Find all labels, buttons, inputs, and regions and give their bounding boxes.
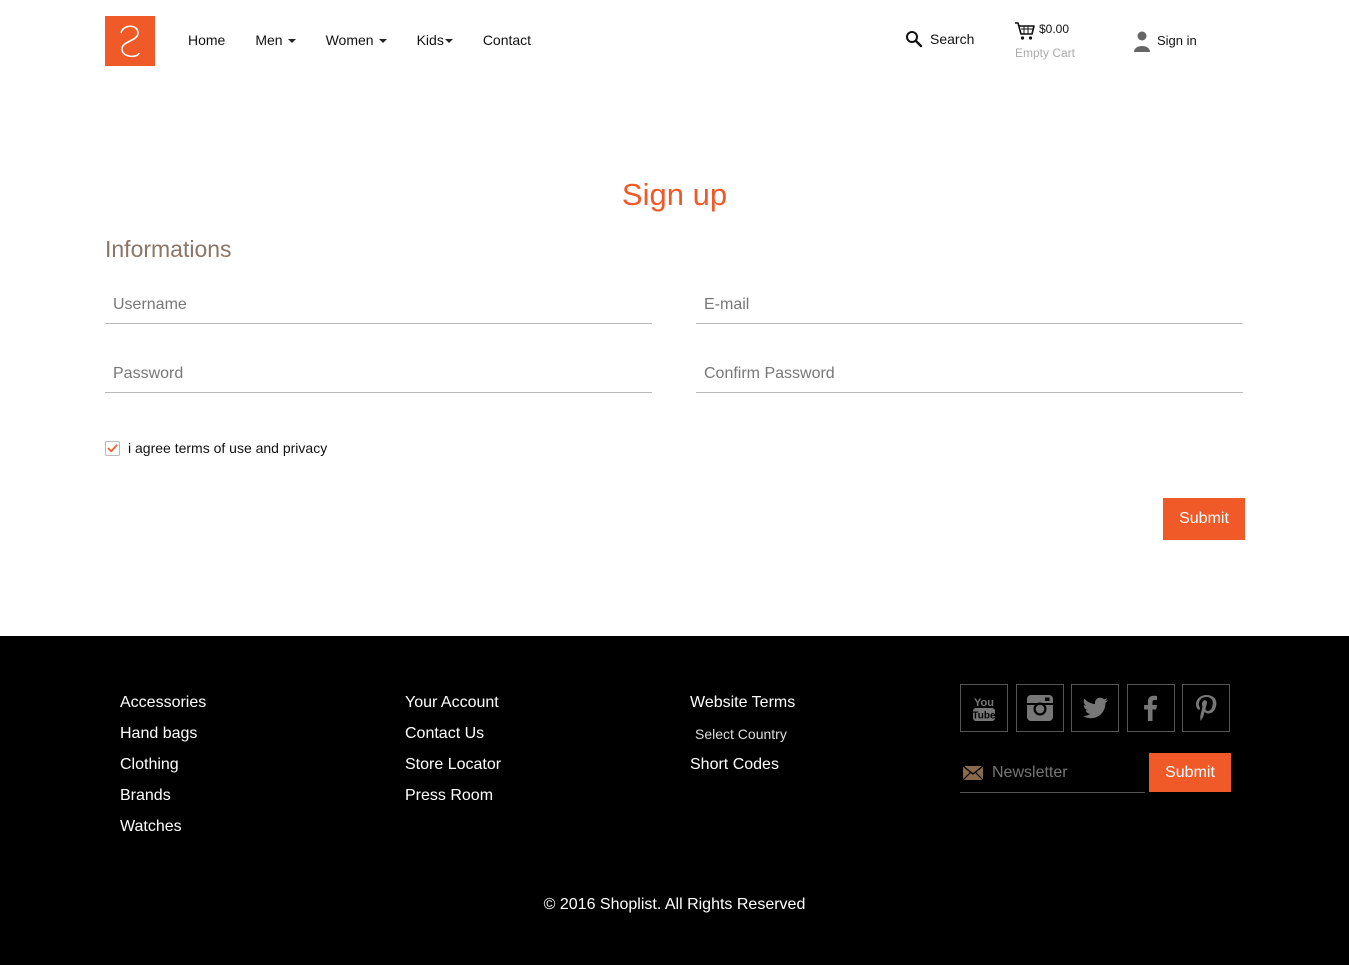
submit-button[interactable]: Submit xyxy=(1163,498,1245,540)
envelope-icon xyxy=(962,764,984,780)
svg-text:You: You xyxy=(974,697,994,709)
footer-link-brands[interactable]: Brands xyxy=(120,786,206,817)
nav-home[interactable]: Home xyxy=(188,32,225,48)
svg-text:Tube: Tube xyxy=(972,711,996,722)
twitter-icon xyxy=(1082,697,1108,719)
footer-column-shop: Accessories Hand bags Clothing Brands Wa… xyxy=(120,693,206,848)
instagram-link[interactable] xyxy=(1015,684,1064,732)
caret-down-icon xyxy=(378,39,387,43)
caret-down-icon xyxy=(444,39,453,43)
cart-status: Empty Cart xyxy=(1015,46,1076,60)
confirm-password-input[interactable] xyxy=(696,355,1243,392)
pinterest-icon xyxy=(1196,695,1217,721)
nav-kids[interactable]: Kids xyxy=(417,32,453,48)
newsletter-field xyxy=(960,753,1145,793)
youtube-link[interactable]: You Tube xyxy=(960,684,1008,732)
caret-down-icon xyxy=(287,39,296,43)
footer-link-short-codes[interactable]: Short Codes xyxy=(690,755,795,786)
footer-link-store-locator[interactable]: Store Locator xyxy=(405,755,501,786)
footer-link-hand-bags[interactable]: Hand bags xyxy=(120,724,206,755)
password-field xyxy=(105,355,652,393)
footer-column-account: Your Account Contact Us Store Locator Pr… xyxy=(405,693,501,817)
terms-label: i agree terms of use and privacy xyxy=(128,440,328,456)
newsletter-submit-button[interactable]: Submit xyxy=(1149,753,1231,792)
section-title: Informations xyxy=(105,236,232,262)
site-footer: Accessories Hand bags Clothing Brands Wa… xyxy=(0,636,1349,965)
pinterest-link[interactable] xyxy=(1182,684,1230,732)
main-nav: Home Men Women Kids Contact xyxy=(188,32,561,48)
country-select[interactable]: Select Country xyxy=(690,724,795,755)
nav-home-label: Home xyxy=(188,32,226,48)
username-field xyxy=(105,286,652,324)
facebook-icon xyxy=(1143,695,1157,721)
newsletter-input[interactable] xyxy=(992,763,1145,782)
sign-in-link[interactable]: Sign in xyxy=(1133,28,1197,52)
brand-logo[interactable] xyxy=(105,16,155,66)
footer-link-contact-us[interactable]: Contact Us xyxy=(405,724,501,755)
social-links: You Tube xyxy=(960,684,1238,732)
nav-men-label: Men xyxy=(255,32,283,48)
terms-agreement: i agree terms of use and privacy xyxy=(105,440,327,456)
nav-women-label: Women xyxy=(325,32,374,48)
footer-link-your-account[interactable]: Your Account xyxy=(405,693,501,724)
password-input[interactable] xyxy=(105,355,652,392)
checkmark-icon xyxy=(107,443,118,452)
user-icon xyxy=(1134,31,1150,52)
footer-link-press-room[interactable]: Press Room xyxy=(405,786,501,817)
email-field xyxy=(696,286,1243,324)
sign-in-label: Sign in xyxy=(1157,32,1197,48)
email-input[interactable] xyxy=(696,286,1243,323)
page-title: Sign up xyxy=(621,177,728,212)
terms-checkbox[interactable] xyxy=(105,440,120,456)
youtube-icon: You Tube xyxy=(972,697,996,722)
nav-men[interactable]: Men xyxy=(255,32,296,48)
username-input[interactable] xyxy=(105,286,652,323)
footer-link-clothing[interactable]: Clothing xyxy=(120,755,206,786)
cart-icon xyxy=(1015,22,1035,40)
search-button[interactable]: Search xyxy=(905,30,974,48)
footer-link-website-terms[interactable]: Website Terms xyxy=(690,693,795,724)
footer-link-accessories[interactable]: Accessories xyxy=(120,693,206,724)
nav-contact[interactable]: Contact xyxy=(483,32,531,48)
footer-column-site: Website Terms Select Country Short Codes xyxy=(690,693,795,786)
twitter-link[interactable] xyxy=(1071,684,1119,732)
site-header: Home Men Women Kids Contact Search $0.00… xyxy=(0,0,1349,82)
instagram-icon xyxy=(1026,695,1053,721)
nav-women[interactable]: Women xyxy=(326,32,387,48)
facebook-link[interactable] xyxy=(1126,684,1175,732)
nav-contact-label: Contact xyxy=(482,32,532,48)
nav-kids-label: Kids xyxy=(416,32,444,48)
cart-button[interactable]: $0.00 Empty Cart xyxy=(1014,20,1104,66)
copyright-text: © 2016 Shoplist. All Rights Reserved xyxy=(543,896,806,913)
confirm-password-field xyxy=(696,355,1243,393)
cart-total: $0.00 xyxy=(1039,22,1070,36)
search-label: Search xyxy=(930,31,975,47)
brand-logo-mark xyxy=(120,25,140,58)
search-icon xyxy=(906,31,923,48)
footer-link-watches[interactable]: Watches xyxy=(120,817,206,848)
